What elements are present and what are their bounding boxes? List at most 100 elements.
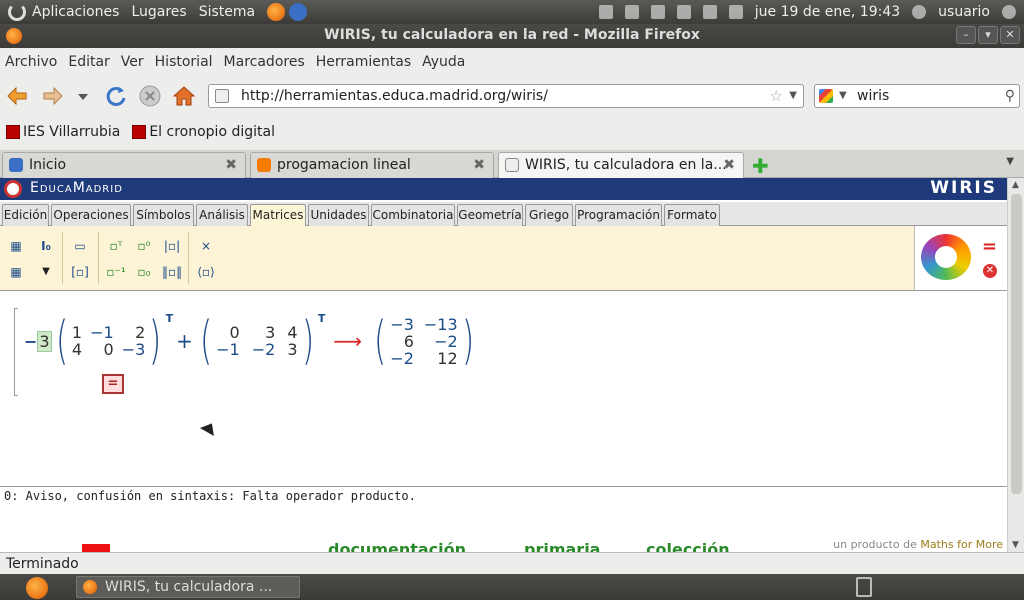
battery-icon[interactable]	[676, 5, 691, 19]
menu-lugares[interactable]: Lugares	[131, 4, 186, 20]
matrix-cell[interactable]: −1	[90, 324, 114, 341]
link-documentacion[interactable]: documentación	[328, 540, 466, 552]
close-tab-icon[interactable]: ✖	[723, 153, 735, 177]
matrix-cell[interactable]: 0	[90, 341, 113, 358]
search-input[interactable]: wiris	[857, 88, 889, 104]
cross-product-icon[interactable]: ×	[196, 236, 216, 256]
tab-list-dropdown-icon[interactable]: ▼	[1006, 156, 1014, 167]
wiris-tab-analisis[interactable]: Análisis	[196, 204, 248, 226]
site-name[interactable]: EducaMadrid	[30, 180, 123, 196]
tab-programacion-lineal[interactable]: progamacion lineal ✖	[250, 152, 494, 178]
column-vector-icon[interactable]: [▫]	[70, 262, 90, 282]
maximize-button[interactable]: ▾	[978, 26, 998, 44]
cancel-icon[interactable]: ✕	[983, 264, 997, 278]
scroll-up-icon[interactable]: ▲	[1012, 180, 1019, 190]
scroll-down-icon[interactable]: ▼	[1012, 540, 1019, 550]
bookmark-star-icon[interactable]: ☆	[770, 85, 783, 107]
dropdown-arrow-icon[interactable]: ▼	[36, 262, 56, 282]
matrix-cell[interactable]: −3	[122, 341, 146, 358]
menu-herramientas[interactable]: Herramientas	[316, 54, 411, 70]
matrix-grid-dropdown-icon[interactable]: ▦	[6, 262, 26, 282]
power-icon[interactable]	[1002, 5, 1016, 19]
link-primaria[interactable]: primaria	[524, 540, 600, 552]
menu-archivo[interactable]: Archivo	[5, 54, 57, 70]
menu-aplicaciones[interactable]: Aplicaciones	[32, 4, 119, 20]
wiris-tab-simbolos[interactable]: Símbolos	[133, 204, 194, 226]
minimize-button[interactable]: –	[956, 26, 976, 44]
matrix-cell[interactable]: 1	[72, 324, 82, 341]
search-bar[interactable]: ▼ wiris ⚲	[814, 84, 1020, 108]
close-window-button[interactable]: ✕	[1000, 26, 1020, 44]
matrix-cell[interactable]: −2	[252, 341, 276, 358]
row-vector-icon[interactable]: ▭	[70, 236, 90, 256]
wiris-tab-edicion[interactable]: Edición	[2, 204, 49, 226]
dot-product-icon[interactable]: ⟨▫⟩	[196, 262, 216, 282]
google-icon[interactable]	[819, 89, 833, 103]
site-identity-icon[interactable]	[215, 89, 229, 103]
calculate-button[interactable]: =	[982, 236, 997, 257]
wiris-tab-programacion[interactable]: Programación	[575, 204, 662, 226]
wifi-icon[interactable]	[650, 5, 665, 19]
wiris-tab-griego[interactable]: Griego	[525, 204, 573, 226]
wiris-tab-unidades[interactable]: Unidades	[308, 204, 369, 226]
transpose-icon[interactable]: ▫ᵀ	[106, 236, 126, 256]
menu-sistema[interactable]: Sistema	[199, 4, 255, 20]
menu-historial[interactable]: Historial	[155, 54, 213, 70]
bookmark-ies-villarrubia[interactable]: IES Villarrubia	[6, 124, 120, 140]
close-tab-icon[interactable]: ✖	[473, 153, 485, 177]
menu-ayuda[interactable]: Ayuda	[422, 54, 465, 70]
users-icon[interactable]	[624, 5, 639, 19]
maths-for-more-link[interactable]: Maths for More	[920, 538, 1003, 551]
url-dropdown-icon[interactable]: ▼	[789, 85, 797, 107]
help-icon[interactable]	[289, 3, 308, 21]
stop-icon[interactable]	[138, 84, 162, 108]
evaluate-button[interactable]: =	[102, 374, 124, 394]
subscript-zero-icon[interactable]: ▫₀	[134, 262, 154, 282]
identity-matrix-icon[interactable]: I₀	[36, 236, 56, 256]
firefox-launcher-icon[interactable]	[267, 3, 286, 21]
matrix-b[interactable]: 0 3 4 −1 −2 3	[216, 324, 297, 358]
matrix-cell[interactable]: 2	[122, 324, 145, 341]
wiris-tab-formato[interactable]: Formato	[664, 204, 720, 226]
menu-marcadores[interactable]: Marcadores	[224, 54, 305, 70]
matrix-cell[interactable]: 4	[287, 324, 297, 341]
formula-editor[interactable]: − 3 ( 1 −1 2 4 0 −3 ) T + ( 0 3 4 −1 −2 3 ) T ⟶ ( …	[0, 292, 1007, 486]
firefox-launcher-icon[interactable]	[26, 577, 48, 599]
menu-editar[interactable]: Editar	[68, 54, 109, 70]
link-coleccion[interactable]: colección	[646, 540, 730, 552]
volume-icon[interactable]	[702, 5, 717, 19]
matrix-a[interactable]: 1 −1 2 4 0 −3	[72, 324, 145, 358]
matrix-cell[interactable]: 3	[287, 341, 297, 358]
search-icon[interactable]: ⚲	[1005, 85, 1015, 107]
scroll-thumb[interactable]	[1011, 194, 1022, 494]
url-text[interactable]: http://herramientas.educa.madrid.org/wir…	[241, 88, 548, 104]
close-tab-icon[interactable]: ✖	[225, 153, 237, 177]
search-engine-dropdown-icon[interactable]: ▼	[839, 85, 847, 107]
bookmark-cronopio-digital[interactable]: El cronopio digital	[132, 124, 275, 140]
taskbar-window-button[interactable]: WIRIS, tu calculadora ...	[76, 576, 300, 598]
matrix-cell[interactable]: 4	[72, 341, 82, 358]
inverse-icon[interactable]: ▫⁻¹	[106, 262, 126, 282]
new-tab-icon[interactable]: ✚	[752, 154, 769, 178]
matrix-grid-icon[interactable]: ▦	[6, 236, 26, 256]
home-icon[interactable]	[172, 84, 196, 108]
reload-icon[interactable]	[104, 84, 128, 108]
expression[interactable]: − 3 ( 1 −1 2 4 0 −3 ) T + ( 0 3 4 −1 −2 3 ) T ⟶ ( …	[24, 312, 478, 370]
matrix-cell[interactable]: −1	[216, 341, 240, 358]
wiris-tab-operaciones[interactable]: Operaciones	[51, 204, 131, 226]
clock[interactable]: jue 19 de ene, 19:43	[755, 4, 900, 20]
tab-inicio[interactable]: Inicio ✖	[2, 152, 246, 178]
power-zero-icon[interactable]: ▫⁰	[134, 236, 154, 256]
ubuntu-logo-icon[interactable]	[8, 3, 26, 21]
url-bar[interactable]: http://herramientas.educa.madrid.org/wir…	[208, 84, 804, 108]
norm-icon[interactable]: ‖▫‖	[162, 262, 182, 282]
back-icon[interactable]	[6, 84, 30, 108]
scalar-selected[interactable]: 3	[37, 330, 52, 352]
trash-icon[interactable]	[598, 5, 613, 19]
history-dropdown-icon[interactable]	[76, 84, 90, 108]
wiris-tab-matrices[interactable]: Matrices	[250, 204, 306, 227]
matrix-cell[interactable]: 3	[252, 324, 275, 341]
trash-icon[interactable]	[856, 577, 872, 597]
wiris-tab-combinatoria[interactable]: Combinatoria	[371, 204, 455, 226]
mail-icon[interactable]	[728, 5, 743, 19]
